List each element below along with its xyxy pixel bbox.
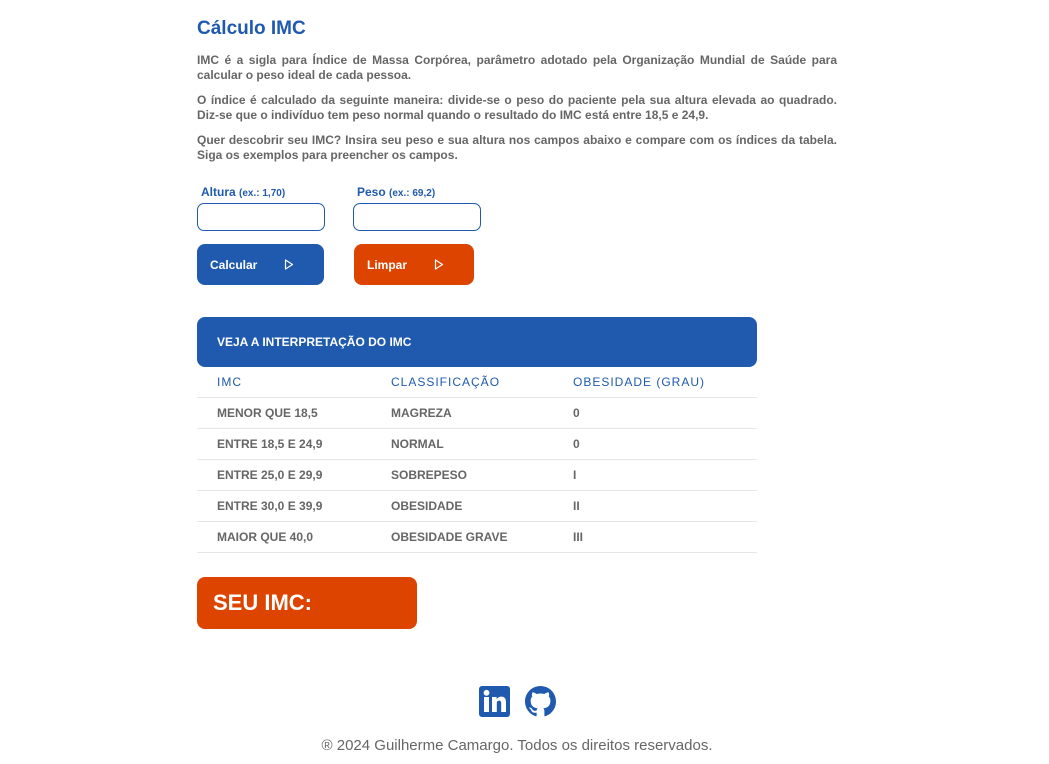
table-row: MENOR QUE 18,5 MAGREZA 0 <box>197 398 757 429</box>
table-cell-imc: MENOR QUE 18,5 <box>217 406 318 420</box>
limpar-button[interactable]: Limpar <box>354 244 474 285</box>
table-row: ENTRE 25,0 E 29,9 SOBREPESO I <box>197 460 757 491</box>
footer-copyright: ® 2024 Guilherme Camargo. Todos os direi… <box>321 737 713 754</box>
play-icon <box>284 259 294 270</box>
table-row: MAIOR QUE 40,0 OBESIDADE GRAVE III <box>197 522 757 553</box>
table-cell-classificacao: SOBREPESO <box>391 468 468 482</box>
table-cell-classificacao: OBESIDADE <box>391 499 463 513</box>
altura-label-text: Altura <box>201 185 236 199</box>
altura-hint: (ex.: 1,70) <box>239 188 286 199</box>
column-header-classificacao: CLASSIFICAÇÃO <box>391 375 501 389</box>
column-header-imc: IMC <box>217 375 242 389</box>
calcular-button[interactable]: Calcular <box>197 244 324 285</box>
peso-label: Peso (ex.: 69,2) <box>357 185 435 199</box>
intro-paragraph-2: O índice é calculado da seguinte maneira… <box>197 93 837 122</box>
table-cell-obesidade: I <box>573 468 577 482</box>
peso-hint: (ex.: 69,2) <box>389 188 436 199</box>
interpretation-table-heading: VEJA A INTERPRETAÇÃO DO IMC <box>197 317 757 367</box>
social-links <box>479 686 559 718</box>
peso-input[interactable] <box>353 203 481 231</box>
table-cell-obesidade: 0 <box>573 437 580 451</box>
github-icon[interactable] <box>525 686 556 717</box>
table-cell-obesidade: III <box>573 530 584 544</box>
altura-label: Altura (ex.: 1,70) <box>201 185 285 199</box>
imc-result-label: SEU IMC: <box>213 590 312 615</box>
interpretation-table: IMC CLASSIFICAÇÃO OBESIDADE (GRAU) MENOR… <box>197 367 757 553</box>
intro-paragraph-3: Quer descobrir seu IMC? Insira seu peso … <box>197 133 837 162</box>
play-icon <box>434 259 444 270</box>
table-cell-classificacao: NORMAL <box>391 437 444 451</box>
intro-paragraph-1: IMC é a sigla para Índice de Massa Corpó… <box>197 53 837 82</box>
peso-label-text: Peso <box>357 185 386 199</box>
table-cell-imc: ENTRE 18,5 E 24,9 <box>217 437 323 451</box>
calcular-button-label: Calcular <box>210 257 258 272</box>
table-header-row: IMC CLASSIFICAÇÃO OBESIDADE (GRAU) <box>197 367 757 398</box>
page-title: Cálculo IMC <box>197 18 306 39</box>
table-cell-imc: ENTRE 30,0 E 39,9 <box>217 499 323 513</box>
linkedin-icon[interactable] <box>479 686 510 717</box>
table-cell-classificacao: OBESIDADE GRAVE <box>391 530 508 544</box>
altura-input[interactable] <box>197 203 325 231</box>
table-cell-imc: ENTRE 25,0 E 29,9 <box>217 468 323 482</box>
table-row: ENTRE 30,0 E 39,9 OBESIDADE II <box>197 491 757 522</box>
imc-result-box: SEU IMC: <box>197 577 417 629</box>
table-cell-obesidade: II <box>573 499 580 513</box>
column-header-obesidade: OBESIDADE (GRAU) <box>573 375 706 389</box>
table-cell-obesidade: 0 <box>573 406 580 420</box>
limpar-button-label: Limpar <box>367 257 408 272</box>
table-cell-imc: MAIOR QUE 40,0 <box>217 530 314 544</box>
table-cell-classificacao: MAGREZA <box>391 406 452 420</box>
table-row: ENTRE 18,5 E 24,9 NORMAL 0 <box>197 429 757 460</box>
